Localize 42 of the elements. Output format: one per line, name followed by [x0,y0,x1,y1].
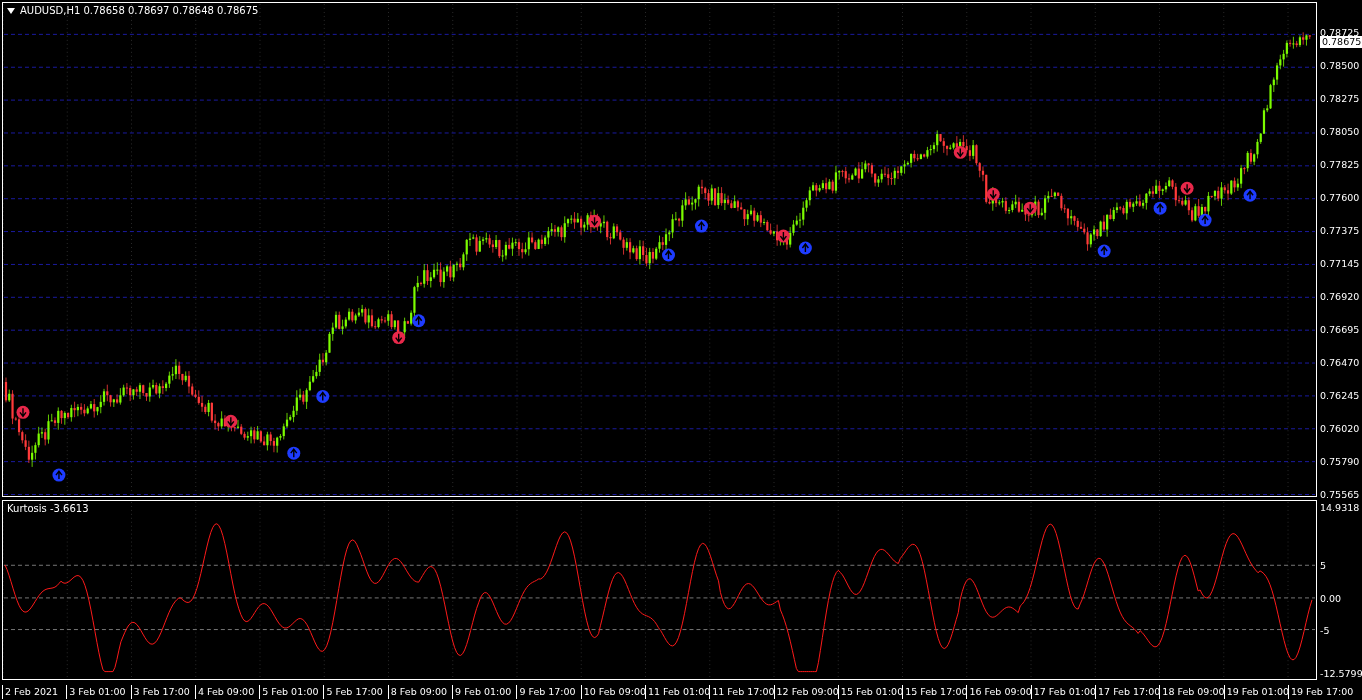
price-tick-label: 0.76020 [1320,422,1360,435]
time-axis-label: 10 Feb 09:00 [580,685,645,699]
price-tick-label: 0.76470 [1320,356,1360,369]
price-tick-label: 0.78275 [1320,92,1360,105]
current-price-label: 0.78675 [1320,36,1362,48]
price-tick-label: 0.77600 [1320,191,1360,204]
time-axis-label: 8 Feb 09:00 [387,685,453,699]
time-axis-label: 11 Feb 01:00 [644,685,710,699]
time-axis-label: 5 Feb 01:00 [259,685,324,699]
indicator-tick-label: -5 [1320,623,1330,637]
price-tick-label: 0.77825 [1320,158,1360,171]
price-tick-label: 0.76695 [1320,323,1360,336]
time-axis-label: 12 Feb 09:00 [773,685,838,699]
time-axis-label: 9 Feb 17:00 [516,685,581,699]
price-tick-label: 0.78500 [1320,59,1360,72]
time-axis-label: 19 Feb 17:00 [1287,685,1353,699]
indicator-label: Kurtosis -3.6613 [7,503,89,514]
time-axis-label: 16 Feb 09:00 [966,685,1031,699]
price-tick-label: 0.77145 [1320,257,1360,270]
time-axis-label: 5 Feb 17:00 [323,685,388,699]
time-axis-label: 19 Feb 01:00 [1223,685,1288,699]
chart-title: AUDUSD,H1 0.78658 0.78697 0.78648 0.78675 [20,5,259,16]
time-axis-label: 18 Feb 09:00 [1159,685,1224,699]
time-axis-label: 11 Feb 17:00 [709,685,774,699]
time-axis-label: 9 Feb 01:00 [452,685,517,699]
indicator-tick-label: 0.00 [1320,591,1342,605]
indicator-tick-label: -12.5799 [1320,666,1362,680]
price-tick-label: 0.78050 [1320,125,1360,138]
indicator-tick-label: 5 [1320,558,1327,572]
price-tick-label: 0.75790 [1320,455,1360,468]
time-axis-label: 3 Feb 01:00 [66,685,131,699]
price-tick-label: 0.76920 [1320,290,1360,303]
price-tick-label: 0.75565 [1320,488,1360,501]
time-axis-label: 3 Feb 17:00 [130,685,195,699]
price-tick-label: 0.78725 [1320,26,1360,38]
price-tick-label: 0.76245 [1320,389,1360,402]
indicator-tick-label: 14.9318 [1320,500,1360,514]
time-axis-label: 2 Feb 2021 [2,685,67,699]
time-axis-label: 17 Feb 01:00 [1030,685,1096,699]
time-axis-label: 4 Feb 09:00 [194,685,260,699]
price-tick-label: 0.77375 [1320,224,1360,237]
dropdown-triangle-icon[interactable] [7,7,15,14]
